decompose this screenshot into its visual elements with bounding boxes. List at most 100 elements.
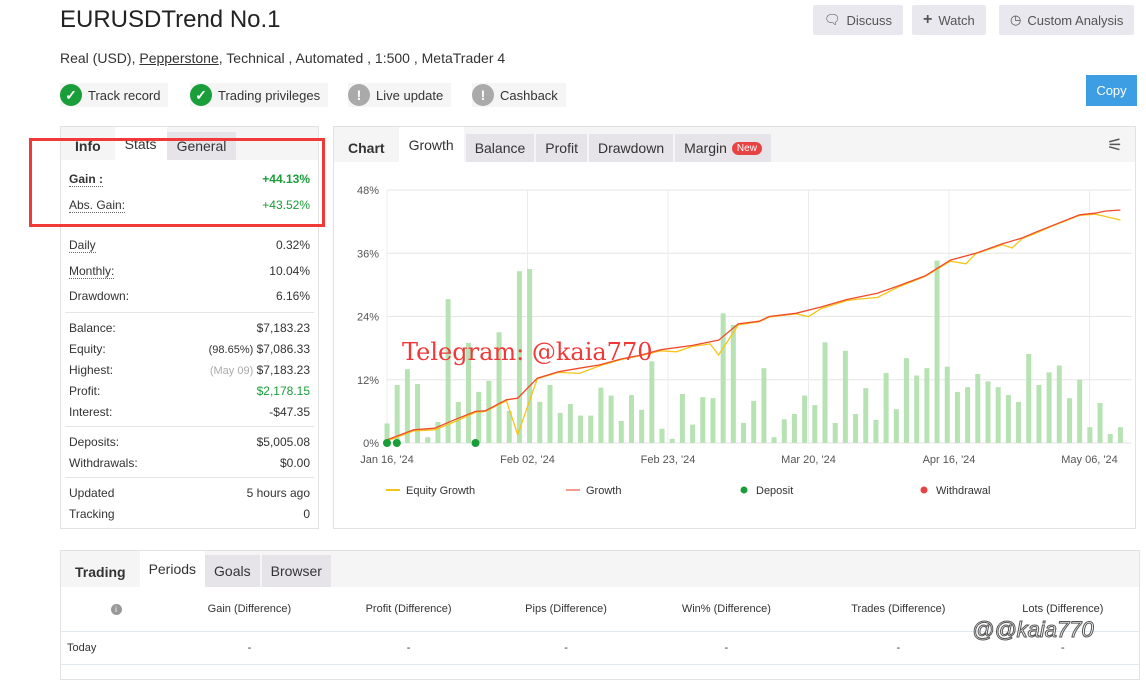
daily-bar bbox=[659, 428, 665, 443]
stat-value: 0.32% bbox=[275, 238, 310, 252]
cell: - bbox=[986, 631, 1139, 665]
stats-panel: Info Stats General Gain : +44.13% Abs. Ga… bbox=[60, 126, 319, 529]
stat-monthly: Monthly: 10.04% bbox=[61, 258, 318, 284]
daily-bar bbox=[394, 385, 400, 443]
cell: - bbox=[809, 631, 987, 665]
legend-item[interactable]: Deposit bbox=[756, 485, 793, 497]
stat-value: 0 bbox=[303, 506, 310, 521]
daily-bar bbox=[985, 381, 991, 443]
y-tick-label: 0% bbox=[363, 438, 379, 450]
check-icon: ✓ bbox=[190, 84, 212, 106]
daily-bar bbox=[1097, 402, 1103, 443]
tab-stats[interactable]: Stats bbox=[114, 127, 167, 160]
stat-value: -$47.35 bbox=[269, 404, 310, 419]
deposit-marker bbox=[383, 439, 391, 447]
account-details: Real (USD), Pepperstone, Technical , Aut… bbox=[60, 50, 505, 66]
legend-item[interactable]: Growth bbox=[586, 485, 621, 497]
badge-cashback[interactable]: ! Cashback bbox=[472, 83, 566, 107]
stat-label[interactable]: Monthly: bbox=[69, 264, 115, 279]
stat-label[interactable]: Gain : bbox=[69, 172, 104, 187]
stat-daily: Daily 0.32% bbox=[61, 232, 318, 258]
badge-label: Live update bbox=[376, 87, 444, 103]
column-header[interactable]: Win% (Difference) bbox=[642, 587, 810, 632]
daily-bar bbox=[588, 415, 594, 443]
daily-bar bbox=[995, 387, 1001, 443]
stat-label: Drawdown: bbox=[69, 289, 130, 303]
daily-bar bbox=[567, 403, 573, 443]
column-header[interactable]: Pips (Difference) bbox=[489, 587, 643, 632]
daily-bar bbox=[690, 424, 696, 443]
discuss-button[interactable]: 🗨 Discuss bbox=[813, 5, 904, 35]
stat-label: Highest: bbox=[69, 362, 114, 377]
daily-bar bbox=[639, 409, 645, 443]
tab-general[interactable]: General bbox=[166, 132, 237, 160]
stats-tabs: Info Stats General bbox=[61, 127, 318, 160]
stat-label: Updated bbox=[69, 485, 115, 500]
column-header[interactable]: Profit (Difference) bbox=[327, 587, 490, 632]
info-icon[interactable]: i bbox=[61, 587, 171, 632]
daily-bar bbox=[751, 400, 757, 443]
badge-track-record[interactable]: ✓ Track record bbox=[60, 83, 169, 107]
stat-highest: Highest: (May 09) $7,183.23 bbox=[61, 359, 318, 380]
stat-value: 5 hours ago bbox=[246, 485, 310, 500]
legend-swatch bbox=[920, 486, 928, 494]
daily-bar bbox=[771, 437, 777, 443]
badge-trading-privileges[interactable]: ✓ Trading privileges bbox=[190, 83, 329, 107]
daily-bar bbox=[578, 415, 584, 443]
legend-item[interactable]: Withdrawal bbox=[936, 485, 990, 497]
stat-value: $7,183.23 bbox=[256, 320, 310, 335]
custom-analysis-button[interactable]: ◷ Custom Analysis bbox=[999, 5, 1135, 35]
tab-goals[interactable]: Goals bbox=[205, 555, 260, 587]
cell: - bbox=[489, 631, 643, 665]
divider bbox=[65, 426, 314, 427]
tab-trading[interactable]: Trading bbox=[61, 557, 140, 587]
daily-bar bbox=[975, 373, 981, 443]
watch-button[interactable]: + Watch bbox=[912, 5, 986, 35]
daily-bar bbox=[832, 422, 838, 443]
daily-bar bbox=[1087, 427, 1093, 443]
daily-bar bbox=[944, 366, 950, 443]
broker-link[interactable]: Pepperstone bbox=[139, 50, 218, 66]
deposit-marker bbox=[471, 439, 480, 447]
stat-label: Balance: bbox=[69, 320, 116, 335]
divider bbox=[65, 312, 314, 313]
badge-live-update[interactable]: ! Live update bbox=[348, 83, 452, 107]
tab-browser[interactable]: Browser bbox=[261, 555, 331, 587]
stat-label[interactable]: Abs. Gain: bbox=[69, 198, 126, 213]
daily-bar bbox=[537, 401, 543, 443]
stat-label: Equity: bbox=[69, 341, 106, 356]
daily-bar bbox=[1117, 427, 1123, 443]
daily-bar bbox=[914, 375, 920, 443]
legend-item[interactable]: Equity Growth bbox=[406, 485, 475, 497]
stat-value: $7,183.23 bbox=[256, 362, 310, 377]
stat-label[interactable]: Daily bbox=[69, 238, 96, 253]
stat-label: Deposits: bbox=[69, 434, 120, 449]
column-header[interactable]: Lots (Difference) bbox=[986, 587, 1139, 632]
daily-bar bbox=[1016, 401, 1022, 443]
stat-drawdown: Drawdown: 6.16% bbox=[61, 284, 318, 308]
daily-bar bbox=[965, 387, 971, 443]
daily-bar bbox=[791, 414, 797, 443]
stat-value: 10.04% bbox=[269, 264, 310, 278]
clock-icon: ◷ bbox=[1010, 12, 1022, 27]
column-header[interactable]: Trades (Difference) bbox=[809, 587, 987, 632]
periods-table: i Gain (Difference) Profit (Difference) … bbox=[61, 587, 1139, 665]
stat-tracking: Tracking 0 bbox=[61, 503, 318, 524]
daily-bar bbox=[598, 387, 604, 443]
daily-bar bbox=[710, 398, 716, 443]
daily-bar bbox=[1077, 379, 1083, 443]
stat-withdrawals: Withdrawals: $0.00 bbox=[61, 452, 318, 473]
discuss-label: Discuss bbox=[846, 12, 893, 28]
tab-info[interactable]: Info bbox=[61, 132, 115, 160]
column-header[interactable]: Gain (Difference) bbox=[171, 587, 328, 632]
stat-abs-gain: Abs. Gain: +43.52% bbox=[61, 192, 318, 218]
stat-value: $2,178.15 bbox=[256, 383, 310, 398]
daily-bar bbox=[954, 391, 960, 443]
copy-button[interactable]: Copy bbox=[1086, 75, 1137, 106]
daily-bar bbox=[486, 380, 492, 443]
daily-bar bbox=[608, 395, 614, 443]
daily-bar bbox=[527, 269, 533, 443]
daily-bar bbox=[781, 419, 787, 443]
tab-periods[interactable]: Periods bbox=[139, 551, 206, 587]
x-tick-label: Feb 23, '24 bbox=[641, 454, 696, 466]
